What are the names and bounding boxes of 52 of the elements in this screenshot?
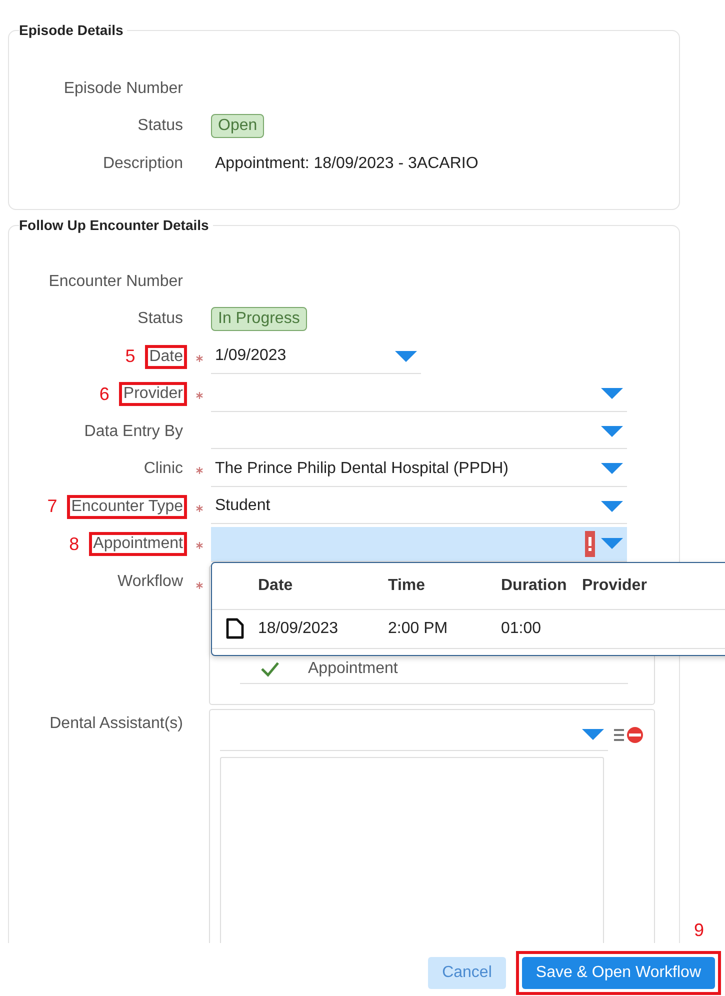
caret-icon <box>601 500 623 512</box>
panel-title: Follow Up Encounter Details <box>19 217 210 233</box>
annotation-number: 6 <box>99 384 110 405</box>
panel-title: Episode Details <box>19 22 124 38</box>
select-field[interactable]: Student <box>211 489 627 524</box>
remove-list-icon[interactable] <box>614 726 644 744</box>
list-cell[interactable]: 18/09/2023 <box>258 620 388 638</box>
status-badge: In Progress <box>211 307 307 332</box>
select-field[interactable]: The Prince Philip Dental Hospital (PPDH) <box>211 452 627 487</box>
date-field[interactable]: 1/09/2023 <box>211 339 421 374</box>
annotation-number: 7 <box>47 496 58 518</box>
caret-icon <box>582 728 604 740</box>
list-cell[interactable]: 01:00 <box>501 620 582 638</box>
field-label: Encounter Number <box>48 272 184 292</box>
field-value: Appointment: 18/09/2023 - 3ACARIO <box>214 154 478 172</box>
field-label: Clinic <box>142 459 184 480</box>
field-label: Dental Assistant(s) <box>48 714 184 734</box>
column-header: Date <box>258 576 294 595</box>
error-icon <box>585 530 595 557</box>
document-icon <box>226 618 244 640</box>
required-mark-icon <box>196 542 202 550</box>
field-label: Appointment <box>89 532 187 556</box>
caret-icon <box>601 463 623 474</box>
field-label: Encounter Type <box>67 494 187 519</box>
field-label: Episode Number <box>62 78 184 99</box>
list-cell[interactable]: 2:00 PM <box>388 620 501 638</box>
required-mark-icon <box>196 392 202 400</box>
caret-icon <box>601 538 623 550</box>
caret-icon <box>395 350 417 362</box>
required-mark-icon <box>196 354 202 362</box>
field-label: Status <box>136 116 184 136</box>
save-button[interactable]: Save & Open Workflow <box>522 957 715 989</box>
status-badge: Open <box>211 114 264 138</box>
column-header: Time <box>388 576 426 595</box>
field-label: Date <box>145 344 187 369</box>
check-icon[interactable] <box>260 661 280 677</box>
workflow-item[interactable]: Appointment <box>308 660 398 678</box>
column-header: Duration <box>501 576 568 595</box>
field-label: Status <box>136 309 184 330</box>
required-mark-icon <box>196 467 202 474</box>
annotation-number: 5 <box>125 346 136 368</box>
required-mark-icon <box>196 504 202 512</box>
column-header: Provider <box>582 576 648 595</box>
required-mark-icon <box>196 582 202 588</box>
caret-icon <box>601 388 623 400</box>
field-label: Workflow <box>116 572 184 592</box>
caret-icon <box>601 426 623 437</box>
field-label: Description <box>102 154 184 174</box>
annotation-number: 9 <box>694 920 704 941</box>
field-label: Data Entry By <box>83 422 184 442</box>
field-label: Provider <box>119 382 187 406</box>
annotation-number: 8 <box>69 534 80 555</box>
